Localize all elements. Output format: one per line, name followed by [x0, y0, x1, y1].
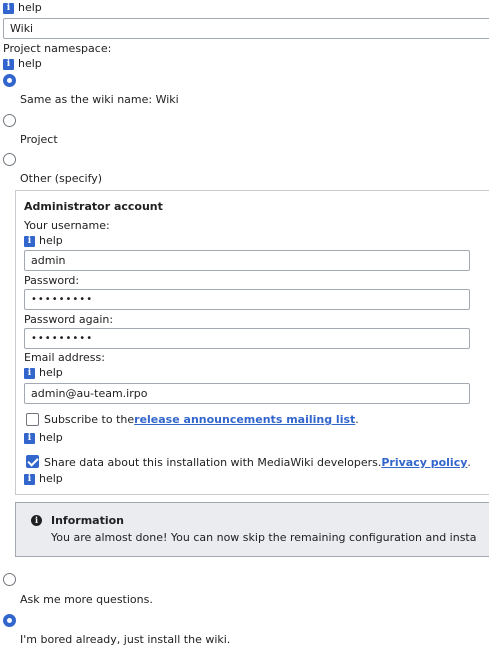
subscribe-checkbox[interactable]: [26, 413, 39, 426]
information-title: Information: [51, 514, 124, 527]
info-icon: i: [24, 432, 35, 444]
share-data-label: Share data about this installation with …: [44, 456, 382, 469]
password-label: Password:: [24, 274, 80, 287]
help-link[interactable]: i help: [24, 235, 63, 247]
help-label: help: [18, 1, 42, 14]
namespace-radio-project[interactable]: [3, 114, 16, 127]
info-icon: i: [24, 473, 35, 485]
subscribe-text: Subscribe to therelease announcements ma…: [44, 413, 359, 426]
help-label: help: [39, 366, 63, 379]
share-data-suffix: .: [467, 456, 471, 469]
information-notice: [15, 502, 489, 557]
namespace-option-other-label: Other (specify): [20, 172, 103, 185]
help-label: help: [39, 472, 63, 485]
password-again-label: Password again:: [24, 313, 114, 326]
privacy-policy-link[interactable]: Privacy policy: [381, 456, 467, 469]
help-link[interactable]: i help: [24, 367, 63, 379]
help-label: help: [39, 431, 63, 444]
information-text: You are almost done! You can now skip th…: [51, 531, 477, 544]
email-input[interactable]: admin@au-team.irpo: [24, 383, 470, 404]
username-input[interactable]: admin: [24, 250, 470, 271]
share-data-text: Share data about this installation with …: [44, 456, 471, 469]
info-icon: i: [24, 235, 35, 247]
just-install-radio[interactable]: [3, 614, 16, 627]
namespace-radio-same[interactable]: [3, 74, 16, 87]
ask-more-questions-label: Ask me more questions.: [20, 593, 153, 606]
share-data-checkbox[interactable]: [26, 455, 39, 468]
username-label: Your username:: [24, 219, 110, 232]
subscribe-suffix: .: [355, 413, 359, 426]
namespace-option-same-label: Same as the wiki name: Wiki: [20, 93, 179, 106]
help-link[interactable]: i help: [24, 473, 63, 485]
email-label: Email address:: [24, 351, 105, 364]
info-icon: i: [24, 367, 35, 379]
administrator-account-legend: Administrator account: [24, 200, 163, 213]
password-input[interactable]: •••••••••: [24, 289, 470, 310]
project-namespace-label: Project namespace:: [3, 42, 112, 55]
namespace-option-project-label: Project: [20, 133, 58, 146]
ask-more-questions-radio[interactable]: [3, 573, 16, 586]
mailing-list-link[interactable]: release announcements mailing list: [134, 413, 355, 426]
namespace-radio-other[interactable]: [3, 153, 16, 166]
info-icon: i: [3, 58, 14, 70]
information-icon: i: [31, 515, 42, 526]
password-again-input[interactable]: •••••••••: [24, 328, 470, 349]
help-label: help: [18, 57, 42, 70]
help-link[interactable]: i help: [3, 58, 42, 70]
just-install-label: I'm bored already, just install the wiki…: [20, 633, 231, 646]
wiki-name-input[interactable]: Wiki: [3, 18, 489, 39]
help-link[interactable]: i help: [3, 2, 42, 14]
info-icon: i: [3, 2, 14, 14]
subscribe-prefix: Subscribe to the: [44, 413, 135, 426]
help-link[interactable]: i help: [24, 432, 63, 444]
help-label: help: [39, 234, 63, 247]
